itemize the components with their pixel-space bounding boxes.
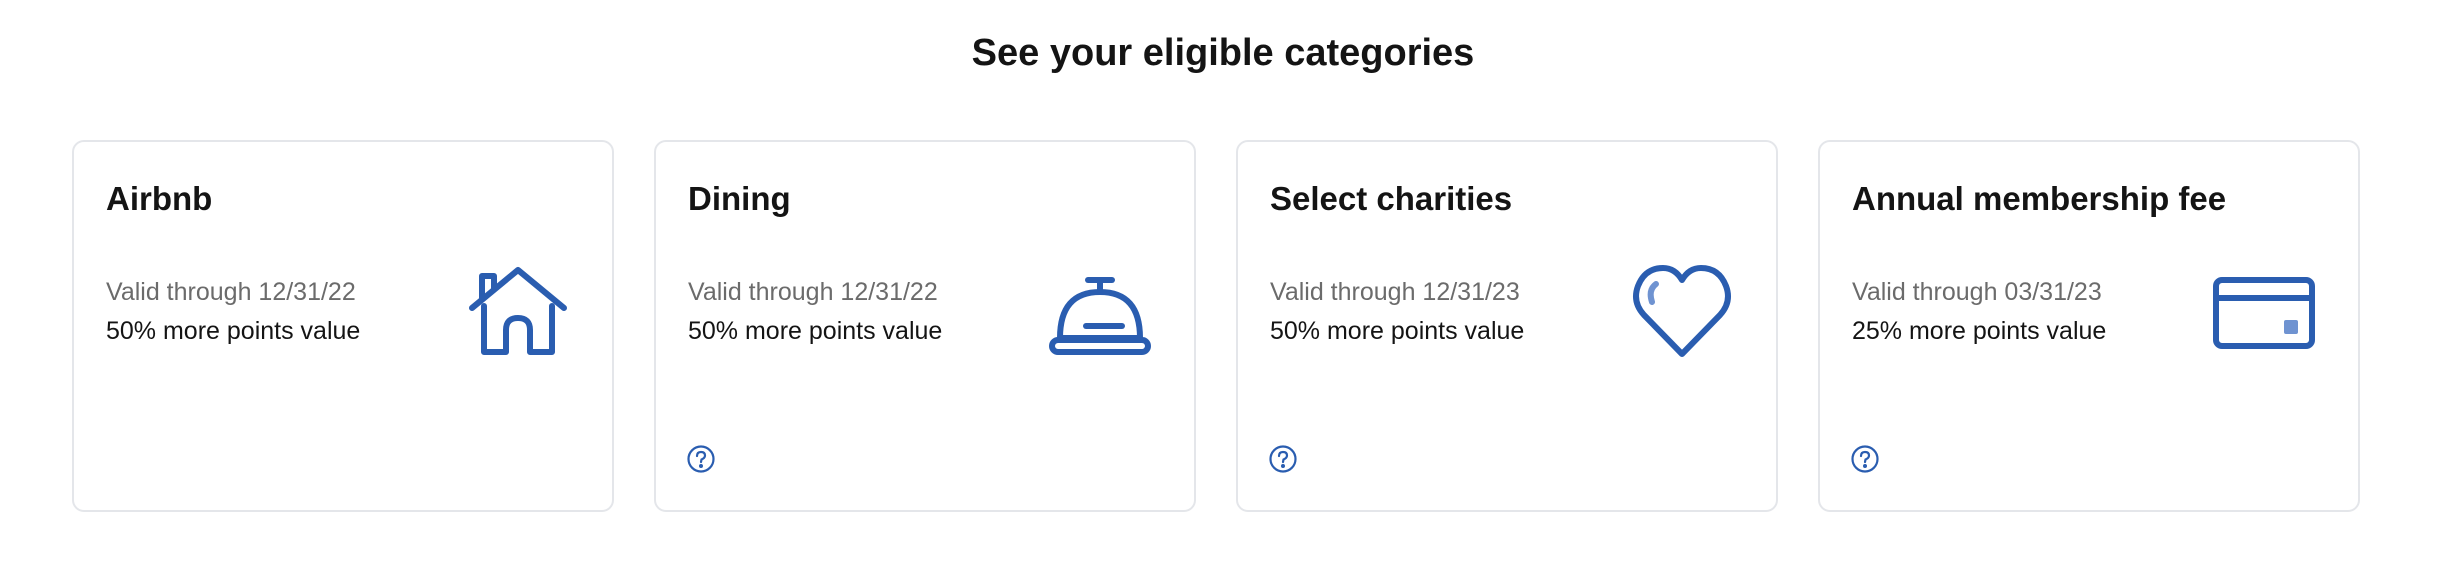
card-title: Annual membership fee: [1852, 180, 2227, 217]
question-circle-icon[interactable]: [686, 444, 716, 474]
card-points-value: 50% more points value: [1270, 317, 1525, 345]
question-circle-icon[interactable]: [1268, 444, 1298, 474]
card-points-value: 25% more points value: [1852, 317, 2107, 345]
question-circle-icon[interactable]: [1850, 444, 1880, 474]
card-title: Dining: [688, 180, 791, 217]
house-icon: [466, 260, 570, 364]
card-validity: Valid through 12/31/23: [1270, 278, 1520, 306]
card-validity: Valid through 12/31/22: [106, 278, 356, 306]
heart-icon: [1630, 260, 1734, 364]
service-bell-icon: [1048, 260, 1152, 364]
category-cards: Airbnb Valid through 12/31/22 50% more p…: [72, 140, 2360, 512]
category-card-airbnb: Airbnb Valid through 12/31/22 50% more p…: [72, 140, 614, 512]
section-title: See your eligible categories: [971, 32, 1475, 74]
card-title: Select charities: [1270, 180, 1513, 217]
category-card-charities: Select charities Valid through 12/31/23 …: [1236, 140, 1778, 512]
card-points-value: 50% more points value: [106, 317, 361, 345]
card-points-value: 50% more points value: [688, 317, 943, 345]
card-title: Airbnb: [106, 180, 213, 217]
category-card-dining: Dining Valid through 12/31/22 50% more p…: [654, 140, 1196, 512]
credit-card-icon: [2212, 260, 2316, 364]
card-validity: Valid through 12/31/22: [688, 278, 938, 306]
card-validity: Valid through 03/31/23: [1852, 278, 2102, 306]
category-card-membership-fee: Annual membership fee Valid through 03/3…: [1818, 140, 2360, 512]
